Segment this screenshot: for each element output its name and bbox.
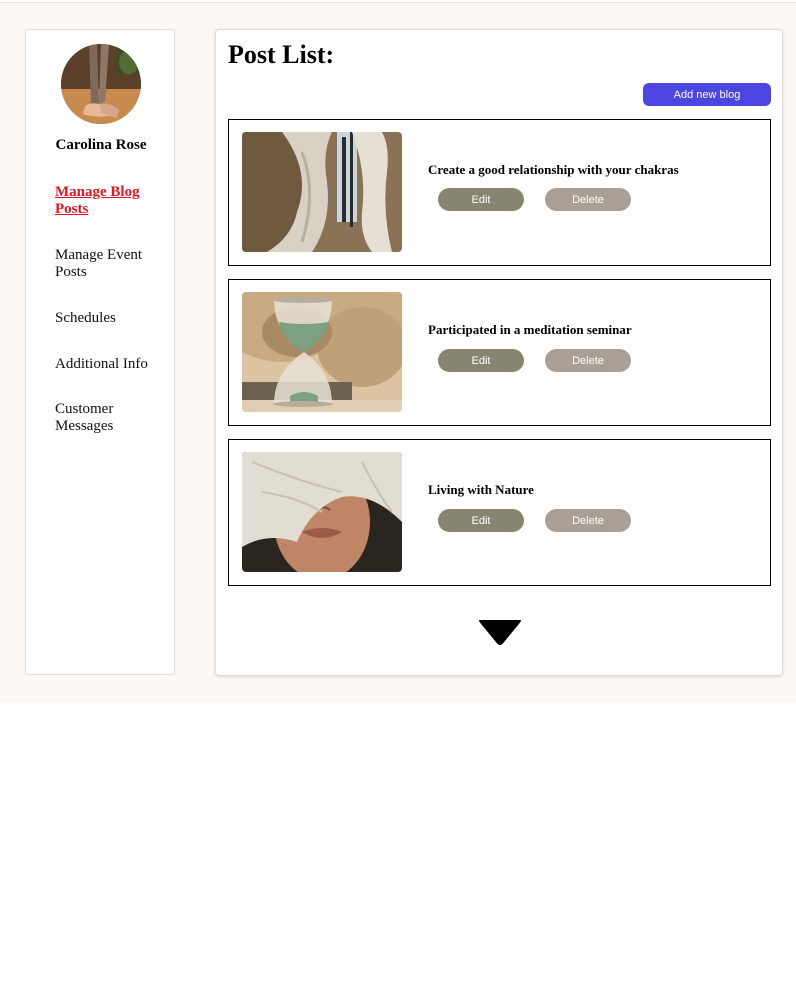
sidebar-item-manage-blog-posts[interactable]: Manage Blog Posts bbox=[55, 184, 165, 218]
delete-button[interactable]: Delete bbox=[545, 188, 631, 211]
post-thumbnail bbox=[242, 452, 402, 572]
post-thumbnail bbox=[242, 292, 402, 412]
user-name: Carolina Rose bbox=[55, 137, 147, 153]
post-list-panel: Post List: Add new blog Create a good re… bbox=[215, 29, 783, 676]
post-title[interactable]: Living with Nature bbox=[428, 482, 758, 498]
post-thumbnail bbox=[242, 132, 402, 252]
edit-button[interactable]: Edit bbox=[438, 188, 524, 211]
delete-button[interactable]: Delete bbox=[545, 349, 631, 372]
sidebar-item-additional-info[interactable]: Additional Info bbox=[55, 356, 165, 373]
sidebar-item-schedules[interactable]: Schedules bbox=[55, 310, 165, 327]
delete-button[interactable]: Delete bbox=[545, 509, 631, 532]
add-new-blog-button[interactable]: Add new blog bbox=[643, 83, 771, 106]
sidebar-item-manage-event-posts[interactable]: Manage Event Posts bbox=[55, 247, 165, 281]
post-title[interactable]: Participated in a meditation seminar bbox=[428, 322, 758, 338]
avatar bbox=[61, 44, 141, 124]
sidebar-item-customer-messages[interactable]: Customer Messages bbox=[55, 401, 165, 435]
sidebar: Carolina Rose Manage Blog Posts Manage E… bbox=[25, 29, 175, 675]
post-card: Participated in a meditation seminar Edi… bbox=[228, 279, 771, 426]
edit-button[interactable]: Edit bbox=[438, 509, 524, 532]
triangle-down-icon[interactable] bbox=[479, 620, 521, 646]
post-card: Living with Nature Edit Delete bbox=[228, 439, 771, 586]
post-card: Create a good relationship with your cha… bbox=[228, 119, 771, 266]
post-title[interactable]: Create a good relationship with your cha… bbox=[428, 162, 758, 178]
edit-button[interactable]: Edit bbox=[438, 349, 524, 372]
page-title: Post List: bbox=[228, 40, 335, 69]
